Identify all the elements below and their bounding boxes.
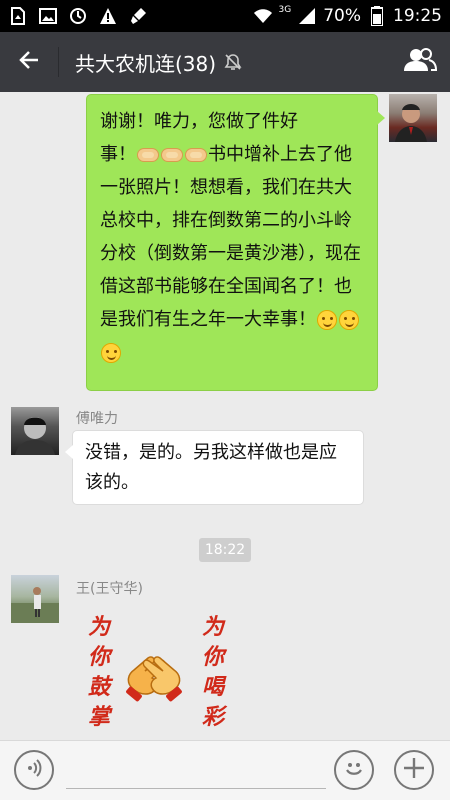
more-options-button[interactable]: [394, 750, 434, 790]
file-notification-icon: [8, 6, 28, 26]
message-text-line1: 谢谢！唯力，您做了件好: [100, 111, 298, 132]
sticker-right-text: 为 你 喝 彩: [198, 612, 228, 732]
group-members-button[interactable]: [390, 32, 450, 92]
clapping-hands-icon: [122, 648, 186, 704]
brush-notification-icon: [128, 6, 148, 26]
voice-input-button[interactable]: [14, 750, 54, 790]
clap-emoji-icon: [161, 148, 183, 162]
sender-name: 王(王守华): [76, 581, 143, 597]
clap-emoji-group: [136, 144, 208, 165]
time-divider: 18:22: [199, 538, 251, 562]
message-input[interactable]: [66, 753, 326, 789]
smile-emoji-icon: [339, 310, 359, 330]
network-type: 3G: [278, 5, 292, 15]
sticker-char: 为: [201, 614, 224, 640]
received-message-bubble[interactable]: 没错，是的。另我这样做也是应该的。: [65, 430, 364, 505]
smiley-face-icon: [341, 755, 367, 785]
system-status: 3G 70% 19:25: [253, 5, 442, 26]
sticker-char: 为: [87, 614, 110, 640]
my-avatar[interactable]: [389, 94, 437, 142]
plus-icon: [402, 756, 426, 784]
sender-avatar[interactable]: [11, 407, 59, 455]
header-divider: [58, 47, 59, 77]
input-bar: [0, 740, 450, 800]
emoji-button[interactable]: [334, 750, 374, 790]
sender-avatar[interactable]: [11, 575, 59, 623]
chat-history[interactable]: 谢谢！唯力，您做了件好 事！ 书中增补上去了他一张照片！想想看，我们在共大总校中，…: [0, 92, 450, 740]
smile-emoji-icon: [317, 310, 337, 330]
sync-notification-icon: [68, 6, 88, 26]
back-arrow-icon: [18, 49, 40, 75]
message-text-line2-suffix: 书中增补上去了: [208, 144, 334, 165]
person-portrait-icon: [15, 417, 55, 455]
clap-emoji-icon: [185, 148, 207, 162]
back-button[interactable]: [0, 32, 58, 92]
sticker-char: 掌: [87, 704, 110, 730]
message-text-line2-prefix: 事！: [100, 144, 136, 165]
sticker-char: 你: [201, 644, 224, 670]
outdoor-photo-icon: [11, 587, 59, 623]
chat-header: 共大农机连(38): [0, 32, 450, 92]
people-icon: [403, 47, 438, 77]
person-portrait-icon: [395, 104, 427, 142]
signal-icon: [297, 6, 317, 26]
voice-wave-icon: [24, 758, 44, 782]
battery-percent: 70%: [323, 6, 361, 26]
sticker-char: 喝: [201, 674, 224, 700]
smile-emoji-icon: [101, 343, 121, 363]
group-name: 共大农机连(38): [75, 51, 217, 76]
battery-icon: [367, 6, 387, 26]
sticker-char: 你: [87, 644, 110, 670]
page-title: 共大农机连(38): [75, 48, 242, 77]
warning-notification-icon: [98, 6, 118, 26]
clock: 19:25: [393, 6, 442, 26]
sticker-char: 彩: [201, 704, 224, 730]
sender-name: 傅唯力: [76, 411, 118, 427]
sticker-left-text: 为 你 鼓 掌: [84, 612, 114, 732]
applause-sticker[interactable]: 为 你 鼓 掌 为 你 喝 彩: [78, 612, 238, 732]
wifi-icon: [253, 6, 273, 26]
clap-emoji-icon: [137, 148, 159, 162]
my-message-bubble[interactable]: 谢谢！唯力，您做了件好 事！ 书中增补上去了他一张照片！想想看，我们在共大总校中，…: [86, 94, 385, 391]
message-text: 没错，是的。另我这样做也是应该的。: [85, 442, 337, 493]
mute-bell-icon: [224, 53, 242, 71]
status-bar: 3G 70% 19:25: [0, 0, 450, 32]
image-notification-icon: [38, 6, 58, 26]
notification-icons: [8, 6, 148, 26]
message-text-rest: 他一张照片！想想看，我们在共大总校中，排在倒数第二的小斗岭分校（倒数第一是黄沙港…: [100, 144, 361, 330]
sticker-char: 鼓: [87, 674, 110, 700]
